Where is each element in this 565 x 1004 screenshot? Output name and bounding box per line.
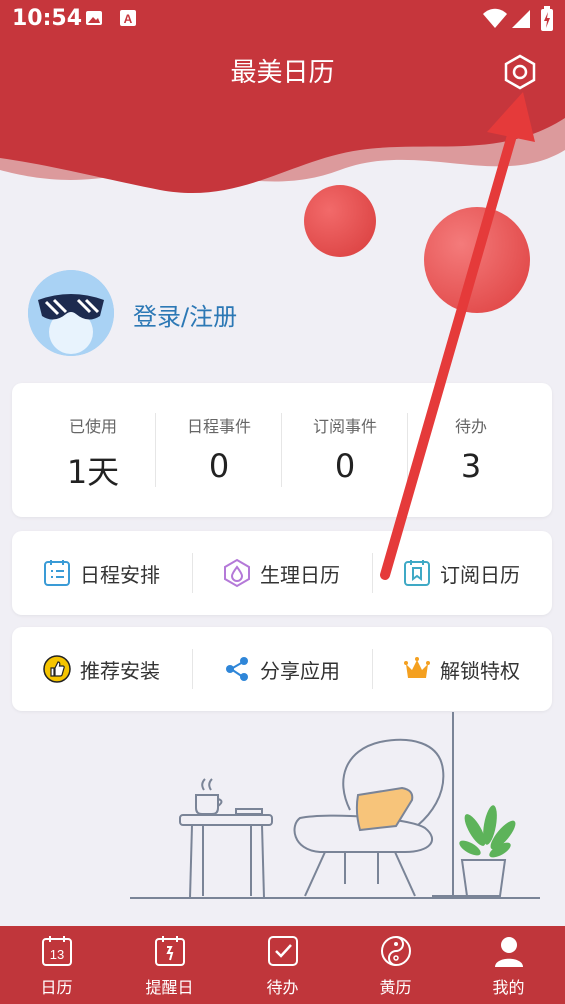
font-app-icon: A	[120, 10, 136, 26]
recommend-install-button[interactable]: 推荐安装	[42, 627, 160, 711]
share-icon	[226, 657, 248, 681]
battery-icon	[541, 6, 553, 31]
wifi-icon	[483, 8, 507, 28]
stat-schedule-events[interactable]: 日程事件 0	[156, 383, 282, 517]
stat-value: 0	[334, 447, 356, 485]
feature-label: 订阅日历	[440, 562, 520, 587]
bottom-tab-bar: 13 日历 提醒日 待办 黄历 我的	[0, 926, 565, 1004]
feature-label: 分享应用	[260, 658, 340, 683]
tab-label: 我的	[492, 978, 525, 997]
stat-value: 3	[460, 447, 482, 485]
stats-card: 已使用 1天 日程事件 0 订阅事件 0 待办 3	[12, 383, 552, 517]
room-illustration	[130, 712, 540, 899]
unlock-privileges-button[interactable]: 解锁特权	[402, 627, 520, 711]
feature-label: 生理日历	[260, 562, 340, 587]
reminder-icon	[155, 936, 185, 966]
feature-label: 推荐安装	[80, 658, 160, 683]
status-bar: 10:54 A	[0, 0, 565, 38]
yin-yang-icon	[381, 936, 411, 966]
divider	[192, 553, 193, 593]
signal-icon	[512, 10, 530, 28]
stat-subscribed-events[interactable]: 订阅事件 0	[282, 383, 408, 517]
avatar[interactable]	[28, 270, 114, 356]
stat-label: 日程事件	[186, 417, 251, 436]
stat-value: 0	[208, 447, 230, 485]
feature-label: 日程安排	[80, 562, 160, 587]
goggles-avatar-icon	[28, 270, 114, 356]
tab-label: 日历	[40, 978, 73, 997]
divider	[192, 649, 193, 689]
tab-todo[interactable]: 待办	[226, 926, 339, 1004]
svg-text:13: 13	[50, 947, 64, 962]
bookmark-calendar-icon	[404, 560, 430, 586]
status-time: 10:54	[12, 6, 83, 31]
calendar-icon: 13	[42, 936, 72, 966]
thumbs-up-icon	[43, 655, 71, 683]
decor-circle-large	[424, 207, 530, 313]
drop-icon	[224, 558, 250, 588]
tab-label: 待办	[266, 978, 299, 997]
features-card-1: 日程安排 生理日历 订阅日历	[12, 531, 552, 615]
schedule-icon	[44, 560, 70, 586]
tab-almanac[interactable]: 黄历	[339, 926, 452, 1004]
settings-gear-icon[interactable]	[500, 52, 540, 92]
subscribe-calendar-button[interactable]: 订阅日历	[402, 531, 520, 615]
tab-label: 黄历	[379, 978, 412, 997]
stat-days-used[interactable]: 已使用 1天	[30, 383, 156, 517]
tab-reminder[interactable]: 提醒日	[113, 926, 226, 1004]
divider	[372, 649, 373, 689]
checkbox-icon	[268, 936, 298, 966]
svg-text:A: A	[124, 12, 133, 26]
login-register-link[interactable]: 登录/注册	[133, 297, 237, 332]
crown-icon	[404, 657, 430, 678]
stat-todo[interactable]: 待办 3	[408, 383, 534, 517]
tab-label: 提醒日	[145, 978, 194, 997]
tab-mine[interactable]: 我的	[452, 926, 565, 1004]
share-app-button[interactable]: 分享应用	[222, 627, 340, 711]
image-icon	[86, 11, 102, 25]
stat-value: 1天	[66, 453, 120, 491]
divider	[372, 553, 373, 593]
feature-label: 解锁特权	[440, 658, 520, 683]
stat-label: 订阅事件	[312, 417, 377, 436]
period-calendar-button[interactable]: 生理日历	[222, 531, 340, 615]
page-title: 最美日历	[230, 58, 335, 88]
features-card-2: 推荐安装 分享应用 解锁特权	[12, 627, 552, 711]
decor-circle-small	[304, 185, 376, 257]
user-icon	[495, 937, 523, 967]
stat-label: 待办	[454, 417, 487, 436]
stat-label: 已使用	[68, 417, 117, 436]
tab-calendar[interactable]: 13 日历	[0, 926, 113, 1004]
schedule-button[interactable]: 日程安排	[42, 531, 160, 615]
